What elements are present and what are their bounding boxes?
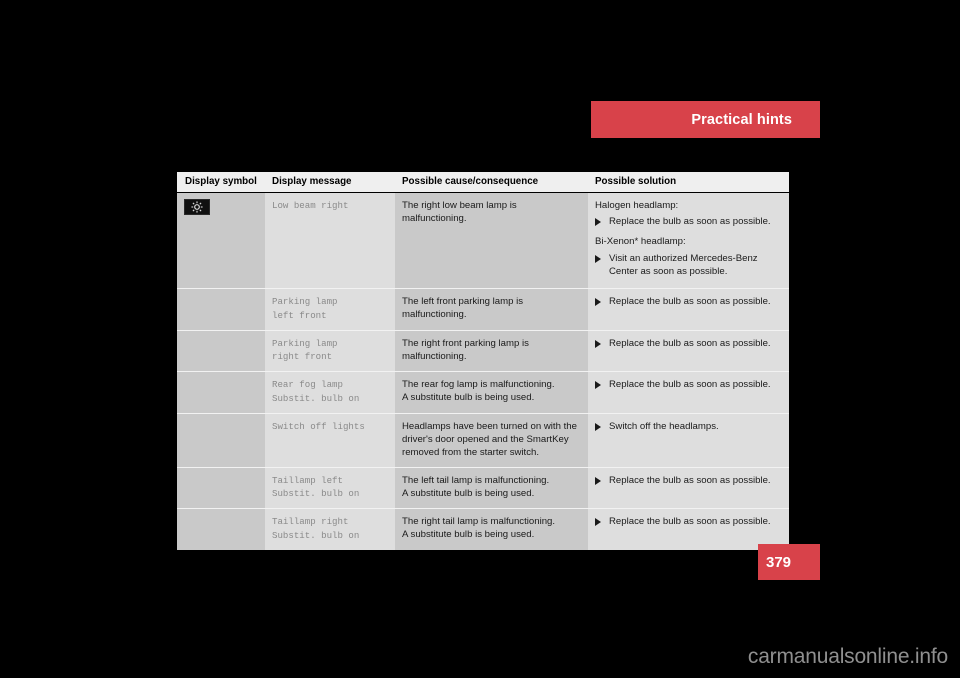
solution-list-item: Replace the bulb as soon as possible. bbox=[595, 515, 782, 528]
cell-possible-cause: The left tail lamp is malfunctioning. A … bbox=[395, 467, 588, 510]
table-body: Low beam right The right low beam lamp is… bbox=[177, 192, 789, 550]
display-message-text: Switch off lights bbox=[272, 420, 365, 432]
solution-text: Replace the bulb as soon as possible. bbox=[609, 337, 771, 349]
cell-possible-cause: The right low beam lamp is malfunctionin… bbox=[395, 192, 588, 289]
table-row: Switch off lights Headlamps have been tur… bbox=[177, 413, 789, 468]
possible-cause-text: Headlamps have been turned on with the d… bbox=[402, 420, 577, 459]
column-header-possible-solution: Possible solution bbox=[588, 172, 789, 193]
cell-possible-cause: The right front parking lamp is malfunct… bbox=[395, 330, 588, 373]
cell-possible-solution: Halogen headlamp: Replace the bulb as soo… bbox=[588, 192, 789, 289]
cell-possible-solution: Replace the bulb as soon as possible. bbox=[588, 371, 789, 414]
table-row: Taillamp right Substit. bulb on The right… bbox=[177, 508, 789, 550]
cell-display-symbol bbox=[177, 192, 265, 289]
cell-display-message: Low beam right bbox=[265, 192, 395, 289]
solution-text: Replace the bulb as soon as possible. bbox=[609, 379, 771, 391]
cell-possible-solution: Replace the bulb as soon as possible. bbox=[588, 330, 789, 373]
cell-display-message: Rear fog lamp Substit. bulb on bbox=[265, 371, 395, 414]
table-header: Display symbol Display message Possible … bbox=[177, 172, 789, 193]
table-row: Rear fog lamp Substit. bulb on The rear f… bbox=[177, 371, 789, 414]
cell-display-symbol bbox=[177, 413, 265, 468]
table-row: Parking lamp right front The right front … bbox=[177, 330, 789, 373]
possible-cause-text: The right low beam lamp is malfunctionin… bbox=[402, 200, 517, 225]
table-row: Parking lamp left front The left front pa… bbox=[177, 288, 789, 331]
solution-list: Replace the bulb as soon as possible. bbox=[595, 215, 782, 228]
cell-display-message: Switch off lights bbox=[265, 413, 395, 468]
cell-display-message: Taillamp left Substit. bulb on bbox=[265, 467, 395, 510]
solution-text: Replace the bulb as soon as possible. bbox=[609, 474, 771, 486]
cell-display-symbol bbox=[177, 371, 265, 414]
solution-text: Replace the bulb as soon as possible. bbox=[609, 296, 771, 307]
solution-list-item: Replace the bulb as soon as possible. bbox=[595, 474, 782, 487]
solution-list: Replace the bulb as soon as possible. bbox=[595, 474, 782, 487]
possible-cause-text: The rear fog lamp is malfunctioning. A s… bbox=[402, 379, 555, 404]
table-row: Low beam right The right low beam lamp is… bbox=[177, 192, 789, 289]
table-header-row: Display symbol Display message Possible … bbox=[177, 172, 789, 193]
solution-text: Visit an authorized Mercedes-Benz Center… bbox=[609, 252, 758, 277]
display-message-text: Parking lamp left front bbox=[272, 296, 338, 321]
display-message-text: Parking lamp right front bbox=[272, 337, 338, 363]
cell-possible-solution: Replace the bulb as soon as possible. bbox=[588, 467, 789, 510]
solution-list: Switch off the headlamps. bbox=[595, 420, 782, 433]
page-number-block: 379 bbox=[758, 544, 820, 580]
triangle-bullet-icon bbox=[595, 422, 601, 431]
cell-display-symbol bbox=[177, 467, 265, 510]
page-number: 379 bbox=[766, 553, 792, 571]
triangle-bullet-icon bbox=[595, 476, 601, 485]
solution-list-item: Switch off the headlamps. bbox=[595, 420, 782, 433]
cell-display-symbol bbox=[177, 288, 265, 331]
triangle-bullet-icon bbox=[595, 381, 601, 390]
display-messages-table: Display symbol Display message Possible … bbox=[177, 172, 789, 550]
solution-text: Switch off the headlamps. bbox=[609, 420, 719, 432]
cell-possible-cause: The right tail lamp is malfunctioning. A… bbox=[395, 508, 588, 550]
possible-cause-text: The right tail lamp is malfunctioning. A… bbox=[402, 516, 556, 541]
solution-list: Replace the bulb as soon as possible. bbox=[595, 378, 782, 391]
cell-possible-solution: Replace the bulb as soon as possible. bbox=[588, 288, 789, 331]
cell-possible-solution: Switch off the headlamps. bbox=[588, 413, 789, 468]
solution-list-item: Replace the bulb as soon as possible. bbox=[595, 337, 782, 350]
cell-possible-cause: The left front parking lamp is malfuncti… bbox=[395, 288, 588, 331]
cell-display-symbol bbox=[177, 508, 265, 550]
cell-possible-cause: Headlamps have been turned on with the d… bbox=[395, 413, 588, 468]
triangle-bullet-icon bbox=[595, 339, 601, 348]
display-message-text: Taillamp left Substit. bulb on bbox=[272, 474, 360, 500]
headlamp-indicator-icon bbox=[184, 199, 210, 215]
section-banner: Practical hints bbox=[591, 101, 820, 138]
column-header-display-symbol: Display symbol bbox=[177, 172, 265, 193]
solution-list: Visit an authorized Mercedes-Benz Center… bbox=[595, 252, 782, 278]
solution-list-item: Replace the bulb as soon as possible. bbox=[595, 378, 782, 391]
solution-list-item: Visit an authorized Mercedes-Benz Center… bbox=[595, 252, 782, 278]
solution-list-item: Replace the bulb as soon as possible. bbox=[595, 215, 782, 228]
solution-list: Replace the bulb as soon as possible. bbox=[595, 337, 782, 350]
solution-text: Replace the bulb as soon as possible. bbox=[609, 216, 771, 228]
solution-list: Replace the bulb as soon as possible. bbox=[595, 295, 782, 308]
possible-cause-text: The left front parking lamp is malfuncti… bbox=[402, 296, 524, 321]
section-title: Practical hints bbox=[691, 111, 792, 128]
triangle-bullet-icon bbox=[595, 518, 601, 527]
triangle-bullet-icon bbox=[595, 254, 601, 263]
cell-display-symbol bbox=[177, 330, 265, 373]
cell-display-message: Parking lamp left front bbox=[265, 288, 395, 331]
triangle-bullet-icon bbox=[595, 298, 601, 306]
table-row: Taillamp left Substit. bulb on The left t… bbox=[177, 467, 789, 510]
possible-cause-text: The left tail lamp is malfunctioning. A … bbox=[402, 474, 550, 499]
display-messages-table-wrap: Display symbol Display message Possible … bbox=[177, 172, 789, 550]
triangle-bullet-icon bbox=[595, 218, 601, 227]
cell-display-message: Parking lamp right front bbox=[265, 330, 395, 373]
manual-page: Practical hints Display symbol Display m… bbox=[0, 0, 960, 678]
display-message-text: Low beam right bbox=[272, 200, 349, 211]
solution-text: Replace the bulb as soon as possible. bbox=[609, 516, 771, 528]
possible-cause-text: The right front parking lamp is malfunct… bbox=[402, 337, 529, 362]
solution-list: Replace the bulb as soon as possible. bbox=[595, 515, 782, 528]
cell-possible-cause: The rear fog lamp is malfunctioning. A s… bbox=[395, 371, 588, 414]
solution-group-heading: Halogen headlamp: bbox=[595, 200, 679, 211]
solution-list-item: Replace the bulb as soon as possible. bbox=[595, 295, 782, 308]
cell-display-message: Taillamp right Substit. bulb on bbox=[265, 508, 395, 550]
display-message-text: Rear fog lamp Substit. bulb on bbox=[272, 379, 360, 405]
watermark: carmanualsonline.info bbox=[747, 645, 948, 668]
solution-group-heading: Bi-Xenon* headlamp: bbox=[595, 236, 686, 248]
display-message-text: Taillamp right Substit. bulb on bbox=[272, 516, 360, 542]
column-header-possible-cause: Possible cause/consequence bbox=[395, 172, 588, 193]
column-header-display-message: Display message bbox=[265, 172, 395, 193]
